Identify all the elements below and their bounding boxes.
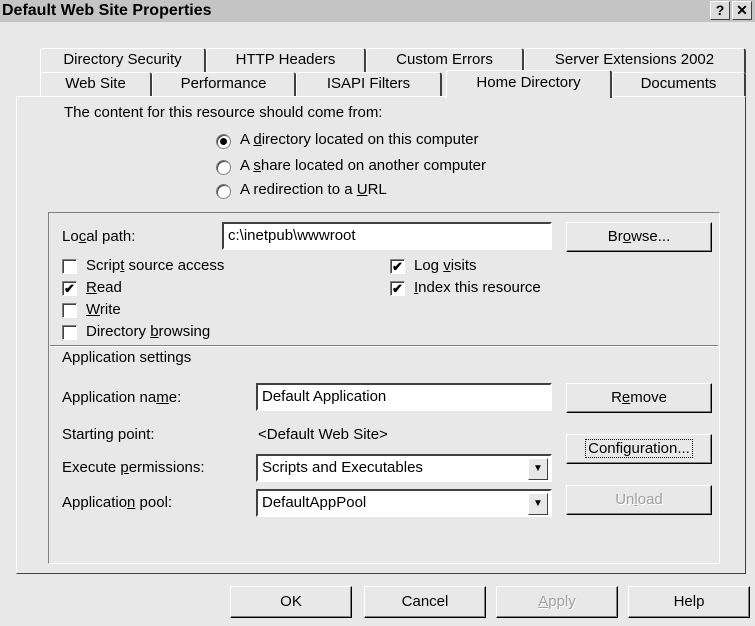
script-source-checkbox[interactable] xyxy=(62,259,77,274)
tab-web-site[interactable]: Web Site xyxy=(40,72,152,97)
read-label[interactable]: Read xyxy=(86,279,122,296)
local-path-input[interactable]: c:\inetpub\wwwroot xyxy=(222,222,552,250)
starting-point-label: Starting point: xyxy=(62,426,155,443)
application-pool-label: Application pool: xyxy=(62,494,173,511)
log-visits-label[interactable]: Log visits xyxy=(414,257,477,274)
application-name-label: Application name: xyxy=(62,389,182,406)
help-footer-button[interactable]: Help xyxy=(628,586,750,618)
title-bar: Default Web Site Properties ? ✕ xyxy=(0,0,755,22)
log-visits-checkbox[interactable]: ✔ xyxy=(390,259,405,274)
write-checkbox[interactable] xyxy=(62,303,77,318)
chevron-down-icon[interactable]: ▼ xyxy=(528,493,548,515)
starting-point-value: <Default Web Site> xyxy=(258,426,388,443)
help-button[interactable]: ? xyxy=(710,1,730,20)
tab-home-directory[interactable]: Home Directory xyxy=(446,70,612,98)
ok-button[interactable]: OK xyxy=(230,586,352,618)
remove-button[interactable]: Remove xyxy=(566,383,712,413)
local-path-label: Local path: xyxy=(62,228,136,245)
checkmark-icon: ✔ xyxy=(392,259,403,274)
unload-button[interactable]: Unload xyxy=(566,485,712,515)
tab-isapi-filters[interactable]: ISAPI Filters xyxy=(296,72,442,97)
close-button[interactable]: ✕ xyxy=(732,1,752,20)
apply-button[interactable]: Apply xyxy=(496,586,618,618)
configuration-button-label: Configuration... xyxy=(585,439,693,458)
application-name-input[interactable]: Default Application xyxy=(256,383,552,411)
tab-performance[interactable]: Performance xyxy=(152,72,296,97)
tab-http-headers[interactable]: HTTP Headers xyxy=(206,48,366,73)
index-resource-label[interactable]: Index this resource xyxy=(414,279,541,296)
application-pool-value: DefaultAppPool xyxy=(262,494,367,511)
application-pool-select[interactable]: DefaultAppPool ▼ xyxy=(256,489,552,517)
content-source-heading: The content for this resource should com… xyxy=(64,104,383,121)
dialog-title: Default Web Site Properties xyxy=(2,2,212,19)
radio-network-share[interactable] xyxy=(216,160,231,175)
radio-local-directory-label[interactable]: A directory located on this computer xyxy=(240,131,478,148)
directory-browsing-checkbox[interactable] xyxy=(62,325,77,340)
chevron-down-icon[interactable]: ▼ xyxy=(528,458,548,480)
tab-directory-security[interactable]: Directory Security xyxy=(40,48,206,73)
write-label[interactable]: Write xyxy=(86,301,121,318)
read-checkbox[interactable]: ✔ xyxy=(62,281,77,296)
configuration-button[interactable]: Configuration... xyxy=(566,434,712,464)
execute-permissions-select[interactable]: Scripts and Executables ▼ xyxy=(256,454,552,482)
radio-network-share-label[interactable]: A share located on another computer xyxy=(240,157,486,174)
execute-permissions-value: Scripts and Executables xyxy=(262,459,423,476)
radio-redirection-url-label[interactable]: A redirection to a URL xyxy=(240,181,387,198)
radio-selected-dot xyxy=(220,138,227,145)
radio-local-directory[interactable] xyxy=(216,134,231,149)
checkmark-icon: ✔ xyxy=(64,281,75,296)
directory-browsing-label[interactable]: Directory browsing xyxy=(86,323,210,340)
properties-dialog: Default Web Site Properties ? ✕ Director… xyxy=(0,0,755,626)
tab-documents[interactable]: Documents xyxy=(612,72,746,97)
application-settings-heading: Application settings xyxy=(62,349,192,366)
execute-permissions-label: Execute permissions: xyxy=(62,459,205,476)
help-icon: ? xyxy=(715,2,725,18)
section-separator xyxy=(50,345,718,347)
close-icon: ✕ xyxy=(736,2,748,18)
checkmark-icon: ✔ xyxy=(392,281,403,296)
browse-button[interactable]: Browse... xyxy=(566,222,712,252)
cancel-button[interactable]: Cancel xyxy=(364,586,486,618)
index-resource-checkbox[interactable]: ✔ xyxy=(390,281,405,296)
script-source-label[interactable]: Script source access xyxy=(86,257,224,274)
radio-redirection-url[interactable] xyxy=(216,184,231,199)
